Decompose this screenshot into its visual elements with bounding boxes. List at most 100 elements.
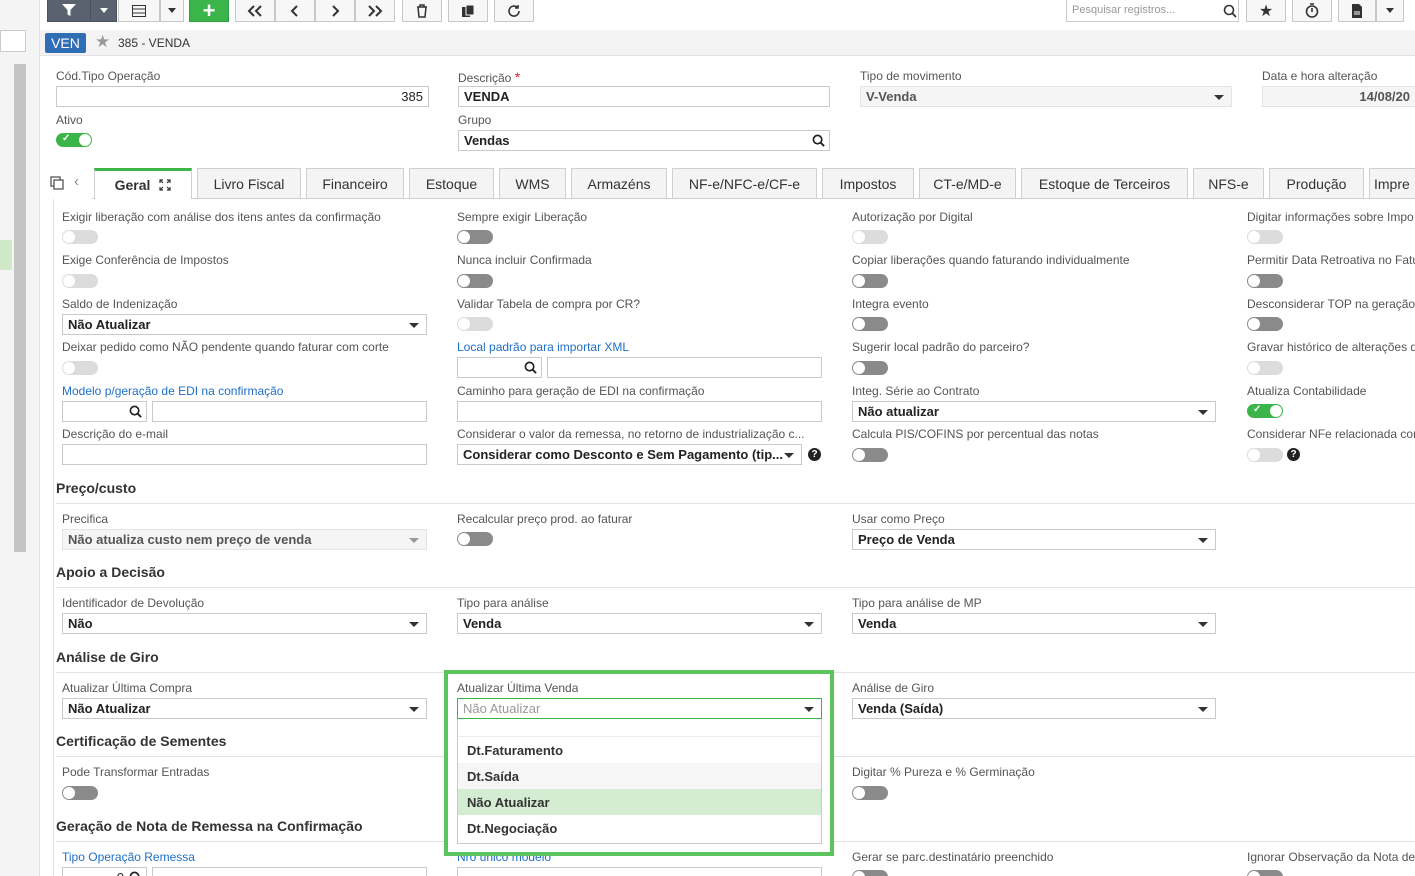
ignorar-obs-toggle[interactable] [1247,870,1283,876]
saldo-indenizacao-select[interactable]: Não Atualizar [62,314,427,335]
ultima-compra-select[interactable]: Não Atualizar [62,698,427,719]
integ-serie-contrato-select[interactable]: Não atualizar [852,401,1216,422]
favorite-star-icon[interactable]: ★ [95,32,110,52]
tab-nfse[interactable]: NFS-e [1193,168,1264,198]
precifica-select[interactable]: Não atualiza custo nem preço de venda [62,529,427,550]
grid-view-dropdown[interactable] [160,0,184,22]
tab-geral[interactable]: Geral [94,168,192,199]
left-panel-scrollbar[interactable] [14,64,26,552]
dropdown-option-empty[interactable] [458,719,821,737]
search-icon[interactable] [524,361,537,374]
next-record-button[interactable] [315,0,355,22]
tab-armazens[interactable]: Armazéns [571,168,667,198]
descricao-email-input[interactable] [62,444,427,465]
last-record-button[interactable] [355,0,395,22]
caminho-edi-input[interactable] [457,401,822,422]
first-record-button[interactable] [235,0,275,22]
tab-wms[interactable]: WMS [499,168,566,198]
considerar-nfe-relacionada-toggle[interactable] [1247,448,1283,462]
search-icon[interactable] [129,871,142,876]
transformar-entradas-toggle[interactable] [62,786,98,800]
chevron-down-icon [1214,95,1224,100]
chevron-down-icon [409,622,419,627]
gravar-historico-toggle[interactable] [1247,361,1283,375]
deixar-pedido-toggle[interactable] [62,361,98,375]
integra-evento-toggle[interactable] [852,317,888,331]
duplicate-button[interactable] [448,0,488,22]
tab-estoque[interactable]: Estoque [409,168,494,198]
grid-view-button[interactable] [118,0,160,22]
permitir-data-retroativa-toggle[interactable] [1247,274,1283,288]
atualiza-contabilidade-toggle[interactable]: ✓ [1247,404,1283,418]
gerar-parc-toggle[interactable] [852,870,888,876]
timer-button[interactable] [1292,0,1332,22]
tipo-operacao-remessa-link[interactable]: Tipo Operação Remessa [62,850,195,864]
tab-livro-fiscal[interactable]: Livro Fiscal [197,168,301,198]
modelo-edi-desc-input[interactable] [152,401,427,422]
descricao-input[interactable]: VENDA [458,86,830,107]
tipo-operacao-remessa-desc[interactable] [152,867,427,876]
tab-impressao[interactable]: Impre [1369,168,1415,198]
desconsiderar-top-toggle[interactable] [1247,317,1283,331]
autorizacao-digital-toggle[interactable] [852,230,888,244]
tab-cte[interactable]: CT-e/MD-e [919,168,1016,198]
local-padrao-desc-input[interactable] [547,357,822,378]
tab-producao[interactable]: Produção [1269,168,1364,198]
export-button[interactable] [1338,0,1376,22]
help-icon[interactable]: ? [1287,448,1300,461]
grupo-input[interactable]: Vendas [458,130,830,151]
favorite-button[interactable]: ★ [1246,0,1286,22]
local-padrao-link[interactable]: Local padrão para importar XML [457,340,629,354]
tab-estoque-terceiros[interactable]: Estoque de Terceiros [1021,168,1188,198]
dropdown-option-selected[interactable]: Não Atualizar [458,789,821,815]
help-icon[interactable]: ? [808,448,821,461]
refresh-button[interactable] [494,0,534,22]
search-icon[interactable] [812,134,825,147]
field-label: Caminho para geração de EDI na confirmaç… [457,384,705,398]
left-panel-input[interactable] [0,30,26,52]
search-icon[interactable] [1223,4,1237,18]
copy-layout-icon[interactable] [50,176,65,191]
usar-preco-select[interactable]: Preço de Venda [852,529,1216,550]
exige-conferencia-impostos-toggle[interactable] [62,274,98,288]
search-icon[interactable] [129,405,142,418]
delete-button[interactable] [402,0,442,22]
recalcular-preco-toggle[interactable] [457,532,493,546]
digitar-informacoes-toggle[interactable] [1247,230,1283,244]
copiar-liberacoes-toggle[interactable] [852,274,888,288]
star-icon: ★ [1258,2,1274,20]
devolucao-select[interactable]: Não [62,613,427,634]
tab-financeiro[interactable]: Financeiro [306,168,404,198]
section-divider [56,587,1415,588]
ultima-venda-select[interactable]: Não Atualizar [457,698,822,719]
ativo-toggle[interactable]: ✓ [56,133,92,147]
exigir-liberacao-analise-toggle[interactable] [62,230,98,244]
export-dropdown[interactable] [1376,0,1404,22]
search-input[interactable]: Pesquisar registros... [1066,0,1239,22]
tipo-analise-select[interactable]: Venda [457,613,822,634]
analise-giro-select[interactable]: Venda (Saída) [852,698,1216,719]
validar-tabela-compra-toggle[interactable] [457,317,493,331]
tabs-baseline [92,198,1415,199]
tab-impostos[interactable]: Impostos [822,168,914,198]
filter-dropdown-button[interactable] [90,0,117,22]
tipo-movimento-select[interactable]: V-Venda [860,86,1232,107]
considerar-remessa-select[interactable]: Considerar como Desconto e Sem Pagamento… [457,444,802,465]
previous-record-button[interactable] [275,0,315,22]
pureza-germinacao-toggle[interactable] [852,786,888,800]
dropdown-option[interactable]: Dt.Negociação [458,815,821,841]
nro-unico-modelo-input[interactable] [457,867,822,876]
dropdown-option[interactable]: Dt.Saída [458,763,821,789]
modelo-edi-link[interactable]: Modelo p/geração de EDI na confirmação [62,384,283,398]
sempre-exigir-liberacao-toggle[interactable] [457,230,493,244]
nunca-incluir-confirmada-toggle[interactable] [457,274,493,288]
tab-nfe[interactable]: NF-e/NFC-e/CF-e [672,168,817,198]
add-button[interactable]: + [189,0,229,23]
sugerir-local-toggle[interactable] [852,361,888,375]
dropdown-option[interactable]: Dt.Faturamento [458,737,821,763]
cod-input[interactable]: 385 [56,86,429,107]
filter-button[interactable] [47,0,91,22]
chevron-left-icon[interactable]: ‹ [74,173,79,190]
tipo-analise-mp-select[interactable]: Venda [852,613,1216,634]
calcula-pis-cofins-toggle[interactable] [852,448,888,462]
